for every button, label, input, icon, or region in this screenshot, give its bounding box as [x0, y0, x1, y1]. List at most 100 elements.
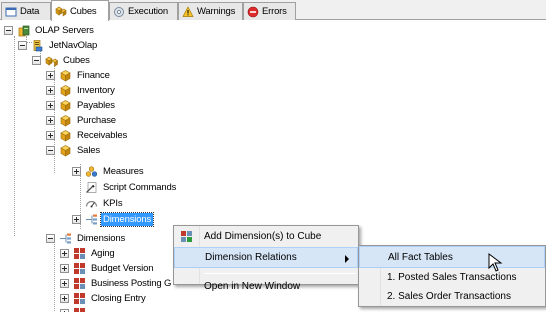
menu-item-dimension-relations[interactable]: Dimension Relations [174, 247, 358, 268]
menu-item-label: Add Dimension(s) to Cube [204, 231, 322, 242]
dimension-icon [74, 278, 85, 289]
tree-node-dimension-closing-entry[interactable]: Closing Entry [60, 291, 148, 306]
tree-node-dimension-business-posting[interactable]: Business Posting G [60, 276, 173, 291]
tree-node-kpis[interactable]: KPIs [72, 196, 124, 211]
tree-node-cube-sales[interactable]: Sales [46, 143, 102, 158]
tree-label: Measures [103, 166, 144, 177]
expand-toggle[interactable] [60, 294, 69, 303]
expand-toggle[interactable] [46, 86, 55, 95]
warning-icon [182, 5, 194, 17]
collapse-toggle[interactable] [4, 26, 13, 35]
tree-label: Dimensions [77, 233, 126, 244]
tab-strip: Data Cubes Execution Warnings Errors [0, 0, 546, 21]
tree-node-cubes-folder[interactable]: Cubes [32, 53, 92, 68]
tab-execution-label: Execution [128, 6, 168, 17]
expand-toggle[interactable] [46, 71, 55, 80]
cube-icon [60, 70, 71, 82]
expand-toggle[interactable] [46, 131, 55, 140]
tree-label: OLAP Servers [35, 25, 94, 36]
tree-node-dimensions-folder[interactable]: Dimensions [46, 231, 127, 246]
menu-item-label: 2. Sales Order Transactions [387, 291, 511, 302]
tree-label: Aging [91, 248, 115, 259]
tree-node-cube-payables[interactable]: Payables [46, 98, 117, 113]
cube-icon [60, 115, 71, 127]
expand-toggle[interactable] [60, 249, 69, 258]
collapse-toggle[interactable] [46, 146, 55, 155]
expand-toggle[interactable] [72, 215, 81, 224]
tree-label: Receivables [77, 130, 128, 141]
dimensions-icon [86, 214, 97, 225]
tree-node-cube-inventory[interactable]: Inventory [46, 83, 117, 98]
dimension-icon [74, 293, 85, 304]
cube-icon [60, 85, 71, 97]
tree-node-cube-finance[interactable]: Finance [46, 68, 112, 83]
menu-item-label: 1. Posted Sales Transactions [387, 272, 517, 283]
collapse-toggle[interactable] [32, 56, 41, 65]
tree-label: Budget Version [91, 263, 154, 274]
tree-label: Cubes [63, 55, 90, 66]
tree-node-cube-dimensions[interactable]: Dimensions [72, 212, 155, 227]
add-dimension-icon [181, 231, 192, 242]
menu-item-add-dimension[interactable]: Add Dimension(s) to Cube [174, 226, 358, 247]
expand-toggle[interactable] [60, 264, 69, 273]
tree-node-cube-receivables[interactable]: Receivables [46, 128, 129, 143]
tree-node-dimension-budget-version[interactable]: Budget Version [60, 261, 155, 276]
collapse-toggle[interactable] [18, 41, 27, 50]
error-icon [247, 6, 259, 17]
tab-cubes[interactable]: Cubes [51, 0, 109, 21]
submenu-item-sales-order[interactable]: 2. Sales Order Transactions [359, 287, 545, 306]
tree-node-dimension-partial[interactable] [60, 306, 89, 312]
kpis-icon [85, 200, 98, 208]
expand-toggle[interactable] [46, 116, 55, 125]
menu-item-label: Open in New Window [204, 281, 301, 292]
execution-icon [114, 6, 124, 17]
tree-label: Purchase [77, 115, 116, 126]
context-menu: Add Dimension(s) to Cube Dimension Relat… [173, 225, 359, 292]
submenu-item-all-fact-tables[interactable]: All Fact Tables [359, 246, 545, 268]
menu-item-label: Dimension Relations [205, 252, 297, 263]
tab-warnings-label: Warnings [197, 6, 236, 17]
tree-label: Script Commands [103, 182, 177, 193]
mouse-cursor-icon [488, 253, 503, 272]
submenu-item-posted-sales[interactable]: 1. Posted Sales Transactions [359, 268, 545, 287]
tree-label: Finance [77, 70, 110, 81]
menu-item-label: All Fact Tables [388, 251, 453, 263]
dimensions-icon [60, 233, 71, 244]
tree-label: Payables [77, 100, 115, 111]
server-icon [33, 40, 43, 52]
dimension-icon [74, 308, 85, 312]
cubes-icon [55, 6, 67, 17]
tree-node-script-commands[interactable]: Script Commands [72, 180, 178, 195]
tree-node-server[interactable]: JetNavOlap [18, 38, 99, 53]
expand-toggle[interactable] [60, 279, 69, 288]
olap-servers-icon [18, 25, 30, 37]
expand-toggle[interactable] [72, 167, 81, 176]
tab-data-label: Data [20, 6, 40, 17]
tab-cubes-label: Cubes [70, 5, 97, 17]
dimension-icon [74, 263, 85, 274]
tree-label: Business Posting G [91, 278, 172, 289]
collapse-toggle[interactable] [46, 234, 55, 243]
tree-label: Sales [77, 145, 101, 156]
expand-toggle[interactable] [46, 101, 55, 110]
menu-item-open-new-window[interactable]: Open in New Window [174, 276, 358, 297]
tree-label: JetNavOlap [49, 40, 98, 51]
tree-node-olap-servers[interactable]: OLAP Servers [4, 23, 96, 38]
cube-icon [60, 130, 71, 142]
cube-icon [60, 100, 71, 112]
tree-node-cube-purchase[interactable]: Purchase [46, 113, 118, 128]
submenu: All Fact Tables 1. Posted Sales Transact… [358, 245, 546, 307]
tree-node-measures[interactable]: Measures [72, 164, 146, 179]
cubes-folder-icon [45, 56, 58, 67]
submenu-arrow-icon [345, 255, 349, 263]
tab-errors[interactable]: Errors [243, 2, 296, 20]
menu-separator [204, 273, 356, 274]
tab-warnings[interactable]: Warnings [178, 2, 243, 20]
tree-node-dimension-aging[interactable]: Aging [60, 246, 117, 261]
tab-data[interactable]: Data [1, 2, 51, 20]
measures-icon [85, 166, 98, 177]
script-commands-icon [86, 182, 97, 193]
tree-label: Closing Entry [91, 293, 146, 304]
tab-execution[interactable]: Execution [109, 2, 178, 20]
tree-label-selected: Dimensions [99, 212, 155, 227]
